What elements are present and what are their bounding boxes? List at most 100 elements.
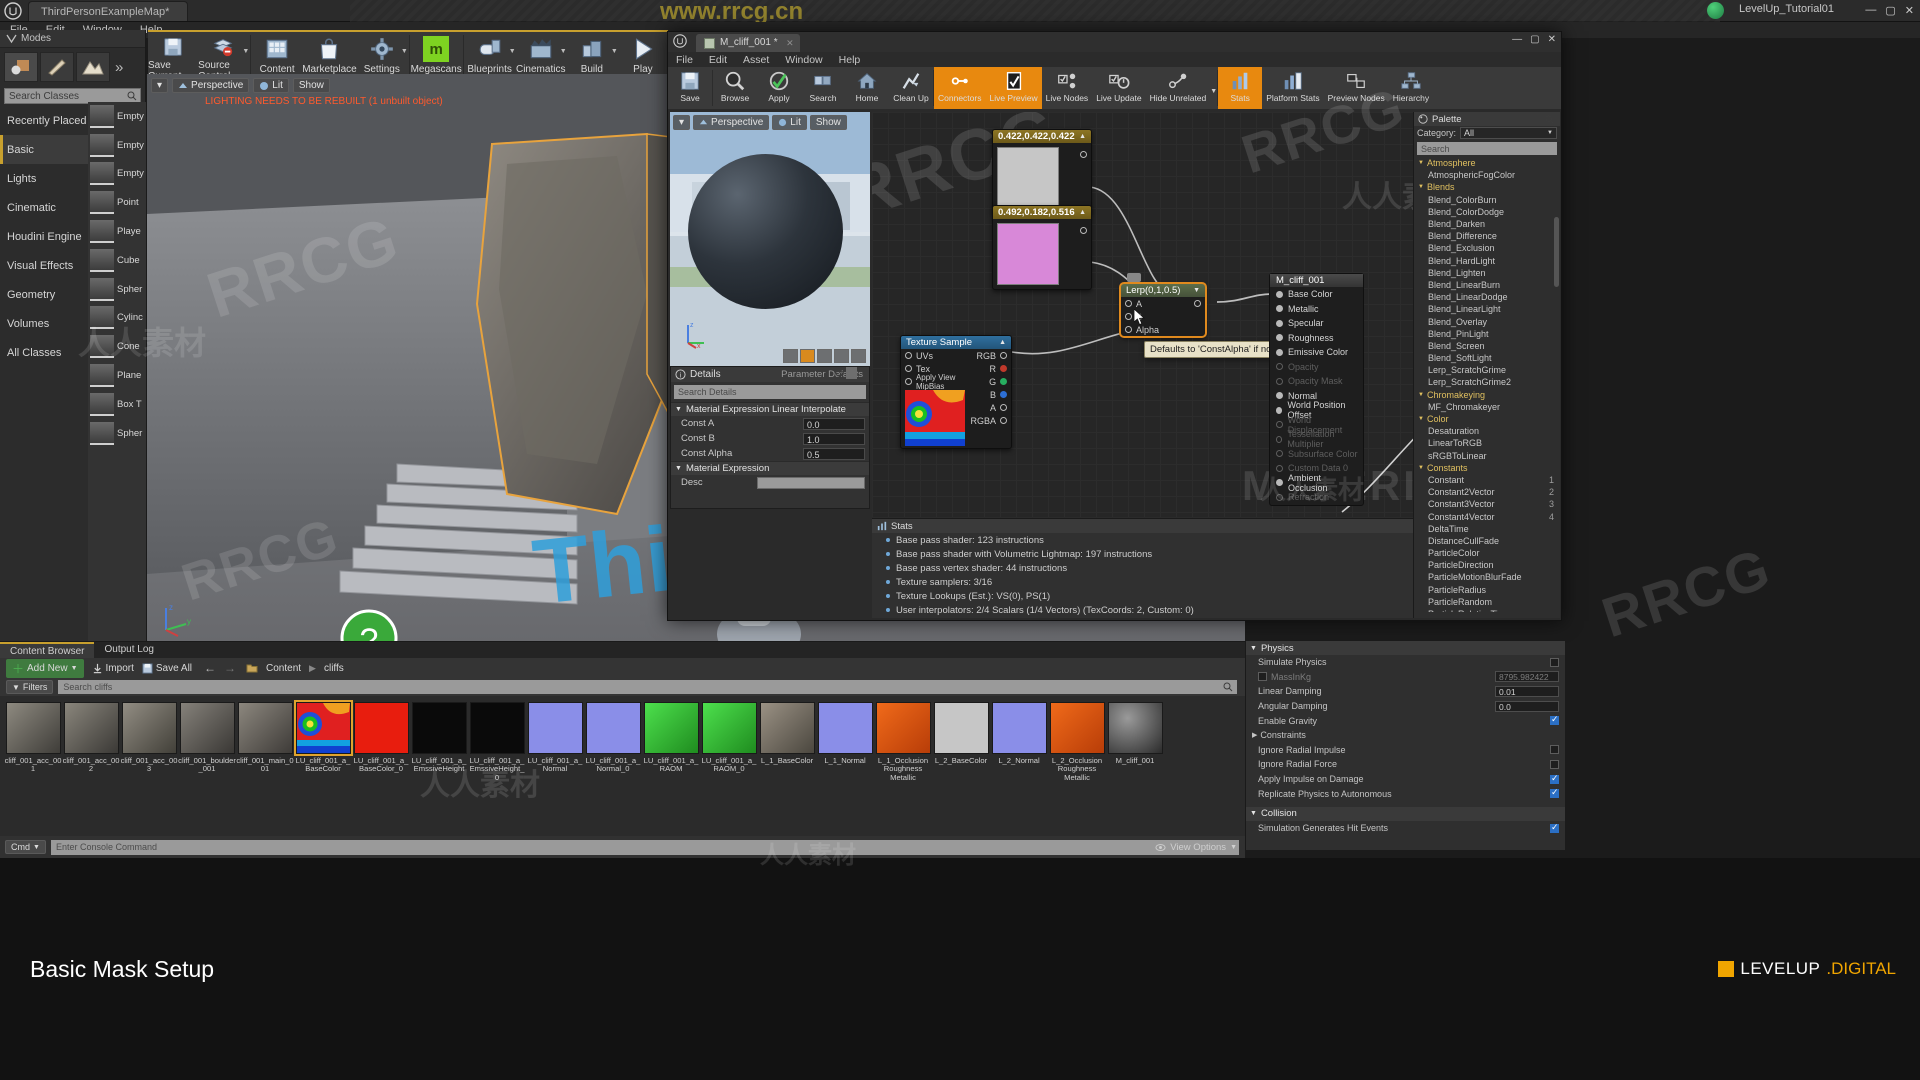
node-linear-interpolate[interactable]: Lerp(0,1,0.5) ▼ A B Alpha — [1119, 282, 1207, 338]
details-row-desc[interactable]: Desc — [671, 475, 869, 490]
material-preview-overlay-bar[interactable]: ▾ Perspective Lit Show — [673, 115, 847, 130]
asset-item[interactable]: LU_cliff_001_a_BaseColor_0 — [352, 702, 410, 782]
palette-group-constants[interactable]: ▼ Constants — [1414, 462, 1560, 474]
pin-roughness[interactable] — [1276, 334, 1283, 342]
node-pin-row[interactable]: B — [965, 388, 1011, 401]
viewport-menu-button[interactable]: ▾ — [151, 78, 169, 93]
asset-item[interactable]: L_2_Normal — [990, 702, 1048, 782]
details-row-const-b[interactable]: Const B 1.0 — [671, 431, 869, 446]
details-row-const-alpha[interactable]: Const Alpha 0.5 — [671, 446, 869, 461]
modes-category-lights[interactable]: Lights — [0, 164, 88, 193]
viewport-show-button[interactable]: Show — [292, 78, 330, 93]
pin-refraction[interactable] — [1276, 493, 1283, 501]
node-header[interactable]: Texture Sample ▲ — [901, 336, 1011, 349]
mat-toolbar-live-update[interactable]: Live Update — [1092, 67, 1145, 109]
apply-impulse-checkbox[interactable] — [1550, 773, 1559, 784]
modes-category-houdini-engine[interactable]: Houdini Engine — [0, 222, 88, 251]
pin-world-displacement[interactable] — [1276, 421, 1283, 429]
viewport-overlay-bar[interactable]: ▾ Perspective Lit Show — [151, 78, 330, 93]
node-comment-bubble[interactable] — [1127, 273, 1141, 282]
pin-opacity-mask[interactable] — [1276, 377, 1283, 385]
chevron-down-icon[interactable]: ▼ — [560, 48, 567, 55]
mat-toolbar-apply[interactable]: Apply — [757, 67, 801, 109]
console-bar[interactable]: Cmd ▼ Enter Console Command View Options… — [0, 836, 1245, 858]
add-new-button[interactable]: ＋ Add New ▼ — [6, 658, 84, 678]
mode-place-button[interactable] — [4, 52, 38, 82]
node-pin-row[interactable]: A — [965, 401, 1011, 414]
material-palette-panel[interactable]: Palette Category: All ▼ Search ▼ Atmosphe… — [1413, 112, 1560, 618]
place-item[interactable]: Cone — [88, 332, 146, 361]
replicate-physics-checkbox[interactable] — [1550, 787, 1559, 799]
filters-button[interactable]: ▼ Filters — [6, 680, 54, 694]
palette-category-row[interactable]: Category: All ▼ — [1414, 126, 1560, 140]
modes-place-list[interactable]: Empty Empty Empty Point Playe Cube Spher… — [88, 102, 146, 642]
close-icon[interactable]: ✕ — [786, 34, 794, 52]
minimize-icon[interactable]: — — [1865, 4, 1876, 17]
node-output-pin[interactable] — [1080, 151, 1087, 158]
asset-thumbnail[interactable] — [237, 702, 293, 754]
output-pin-row[interactable]: Emissive Color — [1270, 345, 1363, 360]
pin-custom-data-0[interactable] — [1276, 464, 1283, 472]
pin-normal[interactable] — [1276, 392, 1283, 400]
output-pin-row[interactable]: Metallic — [1270, 302, 1363, 317]
collision-section-header[interactable]: ▼ Collision — [1246, 806, 1565, 821]
simulate-physics-checkbox[interactable] — [1550, 657, 1559, 667]
view-options-button[interactable]: View Options ▼ — [1155, 842, 1237, 853]
palette-item[interactable]: Constant4Vector 4 — [1414, 510, 1560, 522]
row-angular-damping[interactable]: Angular Damping 0.0 — [1246, 699, 1565, 714]
main-window-buttons[interactable]: — ▢ ✕ — [1865, 4, 1914, 17]
palette-item[interactable]: Blend_ColorDodge — [1414, 206, 1560, 218]
palette-item[interactable]: Desaturation — [1414, 425, 1560, 437]
asset-item[interactable]: LU_cliff_001_a_RAOM_0 — [700, 702, 758, 782]
mode-landscape-button[interactable] — [76, 52, 110, 82]
node-pin-row[interactable]: RGBA — [965, 414, 1011, 427]
node-pin-row[interactable]: Apply View MipBias G — [901, 373, 1011, 391]
mat-toolbar-search[interactable]: Search — [801, 67, 845, 109]
material-menu-bar[interactable]: File Edit Asset Window Help — [668, 52, 1561, 67]
palette-item[interactable]: Blend_LinearLight — [1414, 303, 1560, 315]
mat-toolbar-browse[interactable]: Browse — [713, 67, 757, 109]
output-pin-row[interactable]: Roughness — [1270, 331, 1363, 346]
output-pin-g[interactable] — [1000, 378, 1008, 385]
asset-item[interactable]: LU_cliff_001_a_EmssiveHeight_0 — [468, 702, 526, 782]
preview-menu-button[interactable]: ▾ — [673, 115, 691, 130]
asset-item[interactable]: cliff_001_acc_003 — [120, 702, 178, 782]
asset-item[interactable]: L_1_Normal — [816, 702, 874, 782]
palette-item[interactable]: ParticleColor — [1414, 547, 1560, 559]
asset-thumbnail[interactable] — [817, 702, 873, 754]
console-command-input[interactable]: Enter Console Command — [50, 839, 1239, 855]
palette-group-color[interactable]: ▼ Color — [1414, 413, 1560, 425]
output-pin-b[interactable] — [1000, 391, 1007, 398]
asset-item[interactable]: M_cliff_001 — [1106, 702, 1164, 782]
row-apply-impulse-on-damage[interactable]: Apply Impulse on Damage — [1246, 772, 1565, 787]
palette-item[interactable]: DistanceCullFade — [1414, 535, 1560, 547]
linear-damping-input[interactable]: 0.01 — [1495, 685, 1559, 697]
material-menu-help[interactable]: Help — [839, 54, 861, 66]
place-item[interactable]: Spher — [88, 419, 146, 448]
chevron-down-icon[interactable]: ▼ — [1547, 130, 1553, 136]
node-header[interactable]: 0.492,0.182,0.516 ▲ — [993, 206, 1091, 219]
chevron-down-icon[interactable]: ▼ — [611, 48, 618, 55]
minimize-icon[interactable]: — — [1512, 34, 1522, 45]
asset-item[interactable]: LU_cliff_001_a_Normal_0 — [584, 702, 642, 782]
forward-button[interactable]: → — [224, 661, 236, 675]
node-constant3vector-pink[interactable]: 0.492,0.182,0.516 ▲ — [992, 205, 1092, 290]
material-asset-tab[interactable]: M_cliff_001 * ✕ — [696, 34, 800, 52]
chevron-down-icon[interactable]: ▼ — [509, 48, 516, 55]
pin-emissive-color[interactable] — [1276, 348, 1283, 356]
asset-thumbnail[interactable] — [701, 702, 757, 754]
place-item[interactable]: Playe — [88, 217, 146, 246]
palette-item[interactable]: Blend_LinearBurn — [1414, 279, 1560, 291]
asset-thumbnail[interactable] — [933, 702, 989, 754]
mat-toolbar-home[interactable]: Home — [845, 67, 889, 109]
asset-item[interactable]: L_2_BaseColor — [932, 702, 990, 782]
enable-gravity-checkbox[interactable] — [1550, 714, 1559, 726]
palette-item[interactable]: MF_Chromakeyer — [1414, 401, 1560, 413]
palette-item[interactable]: Blend_PinLight — [1414, 328, 1560, 340]
palette-group-chromakeying[interactable]: ▼ Chromakeying — [1414, 389, 1560, 401]
physics-details-panel[interactable]: ▼ Physics Simulate Physics MassInKg 8795… — [1245, 640, 1565, 850]
tab-output-log[interactable]: Output Log — [94, 642, 163, 658]
breadcrumb-content[interactable]: Content — [266, 663, 301, 674]
pin-subsurface-color[interactable] — [1276, 450, 1283, 458]
asset-item[interactable]: cliff_001_acc_001 — [4, 702, 62, 782]
